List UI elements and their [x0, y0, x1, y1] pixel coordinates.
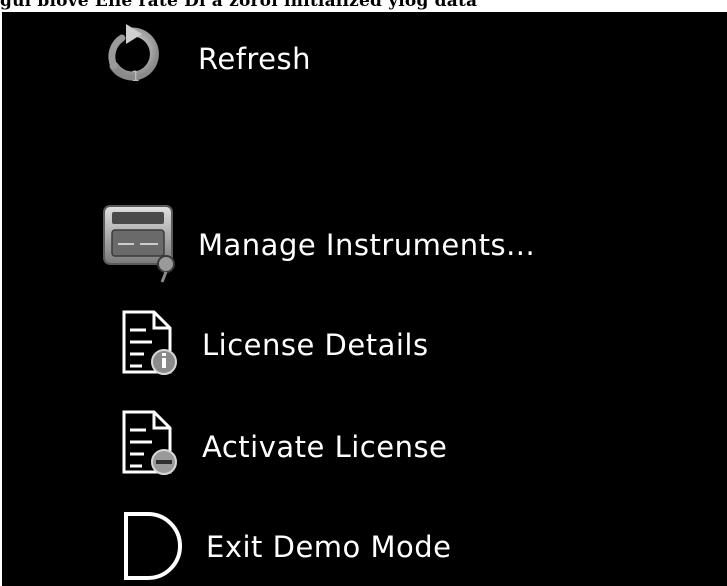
- license-activate-icon: [122, 410, 177, 475]
- menu-item-label: Refresh: [198, 42, 312, 76]
- instrument-icon: [103, 205, 175, 283]
- demo-d-icon: [124, 512, 182, 580]
- license-info-icon: [122, 310, 177, 375]
- top-strip-text: gui blove Elie rate Di a zorol initializ…: [0, 0, 478, 11]
- menu-item-license-details[interactable]: License Details: [2, 304, 727, 376]
- menu-item-exit-demo-mode[interactable]: Exit Demo Mode: [2, 508, 727, 580]
- menu-item-activate-license[interactable]: Activate License: [2, 404, 727, 476]
- menu-item-label: Activate License: [202, 430, 448, 464]
- menu-item-label: Exit Demo Mode: [206, 530, 452, 564]
- top-strip: gui blove Elie rate Di a zorol initializ…: [0, 0, 727, 12]
- menu-panel: 1 Refresh Manage Instruments... License …: [2, 12, 727, 586]
- menu-item-label: License Details: [202, 328, 429, 362]
- menu-item-manage-instruments[interactable]: Manage Instruments...: [2, 204, 727, 283]
- menu-item-label: Manage Instruments...: [198, 228, 536, 262]
- refresh-icon: 1: [108, 24, 159, 85]
- svg-text:1: 1: [131, 69, 140, 85]
- menu-item-refresh[interactable]: 1 Refresh: [2, 20, 727, 92]
